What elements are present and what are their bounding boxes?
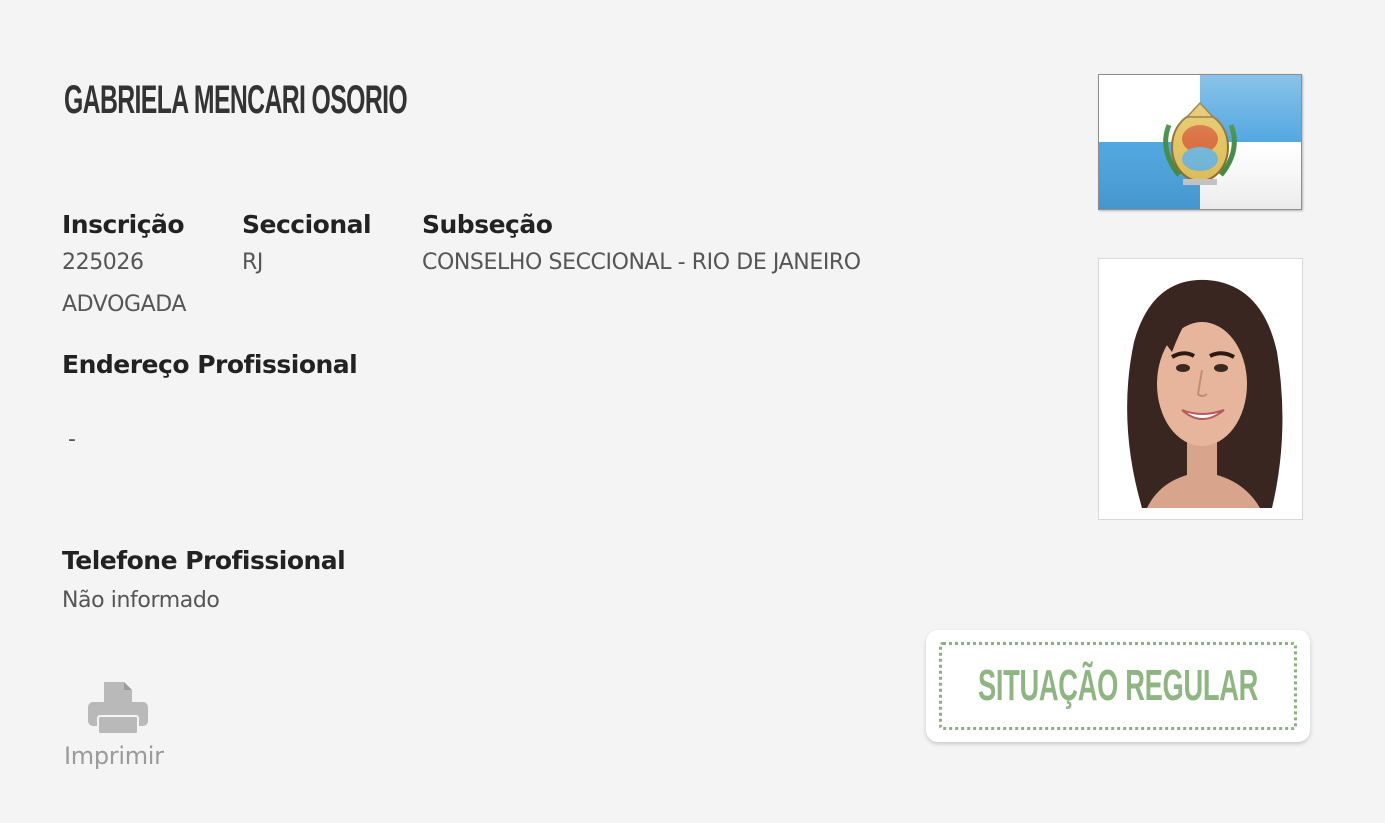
phone-value: Não informado <box>62 588 220 613</box>
address-value: - <box>68 427 76 452</box>
inscricao-value: 225026 <box>62 250 144 275</box>
state-flag-image <box>1098 74 1302 210</box>
printer-icon <box>86 680 150 740</box>
inscricao-label: Inscrição <box>62 210 185 239</box>
address-label: Endereço Profissional <box>62 350 358 379</box>
print-button[interactable]: Imprimir <box>62 676 174 776</box>
subsecao-label: Subseção <box>422 210 553 239</box>
phone-label: Telefone Profissional <box>62 546 346 575</box>
subsecao-value: CONSELHO SECCIONAL - RIO DE JANEIRO <box>422 250 861 275</box>
lawyer-photo <box>1098 258 1303 520</box>
lawyer-name: GABRIELA MENCARI OSORIO <box>64 78 408 122</box>
category-value: ADVOGADA <box>62 292 187 317</box>
print-label: Imprimir <box>64 742 164 770</box>
status-badge: SITUAÇÃO REGULAR <box>926 630 1310 742</box>
seccional-value: RJ <box>242 250 263 275</box>
seccional-label: Seccional <box>242 210 372 239</box>
status-text: SITUAÇÃO REGULAR <box>978 661 1258 710</box>
status-border: SITUAÇÃO REGULAR <box>939 642 1297 730</box>
